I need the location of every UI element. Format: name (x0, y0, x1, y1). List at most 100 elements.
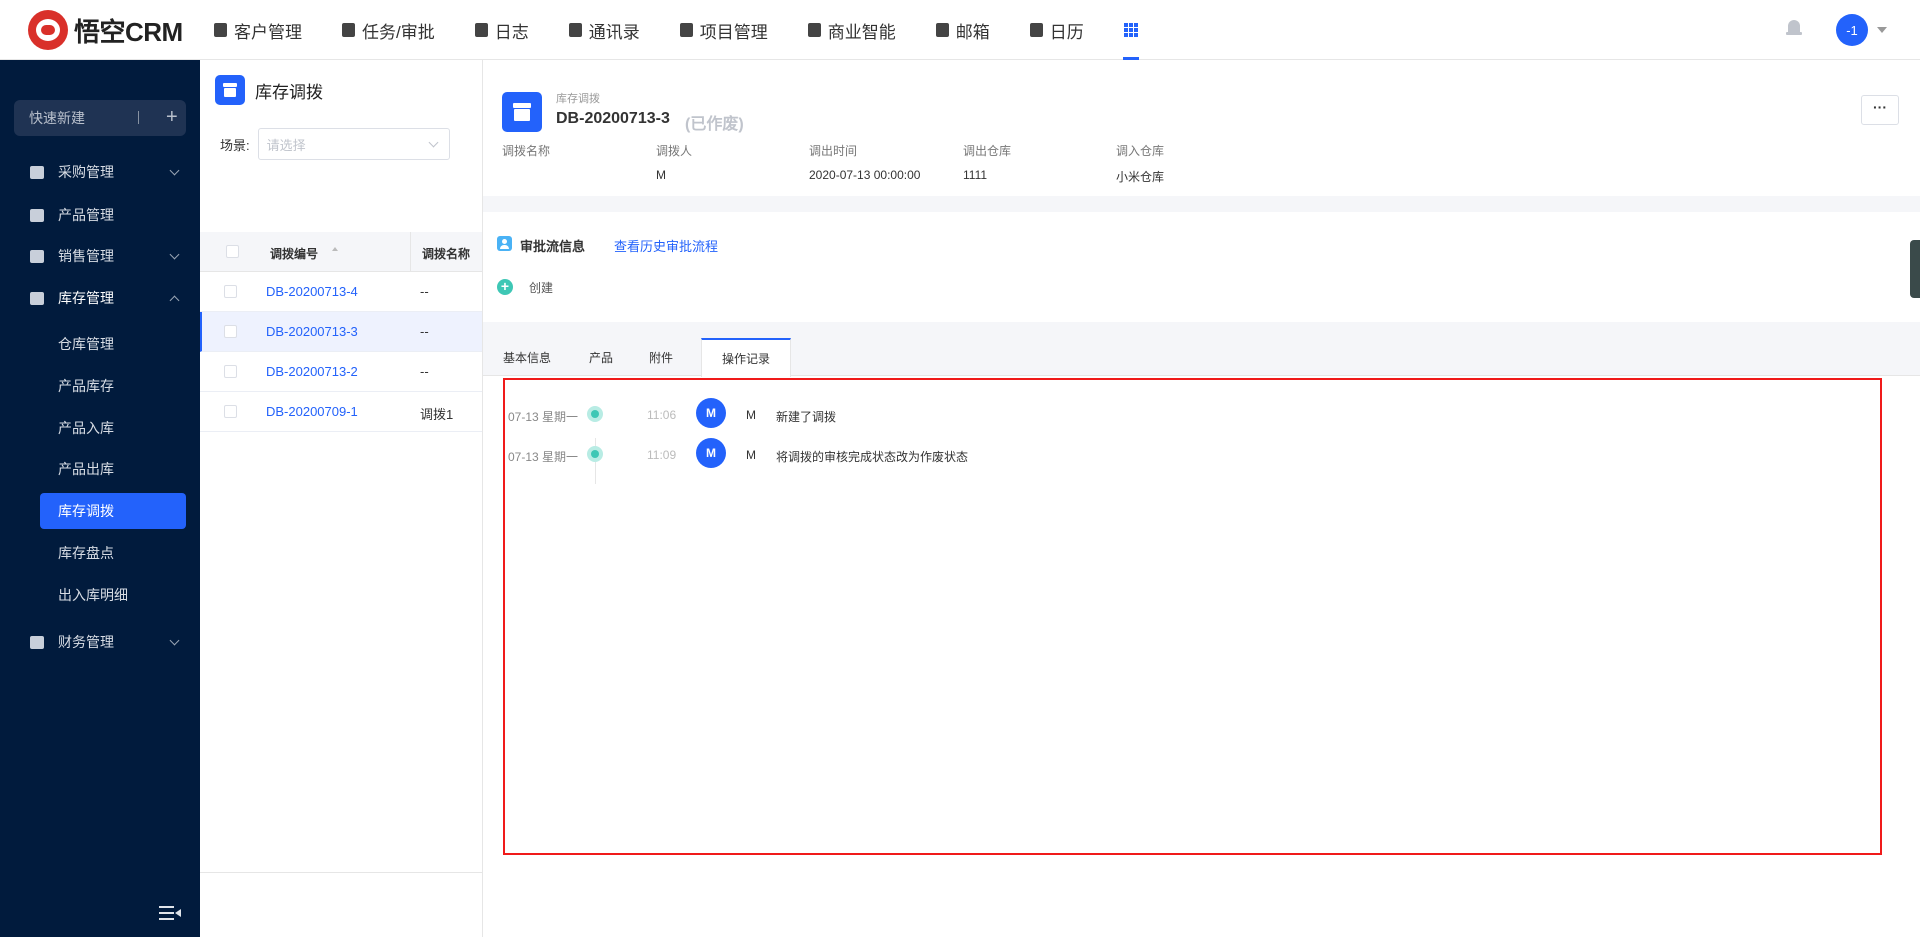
field-in-warehouse: 调入仓库 小米仓库 (1116, 142, 1164, 185)
transfer-code-link[interactable]: DB-20200709-1 (266, 404, 358, 419)
nav-projects[interactable]: 项目管理 (679, 0, 768, 60)
row-checkbox[interactable] (224, 285, 237, 298)
transfer-code-link[interactable]: DB-20200713-2 (266, 364, 358, 379)
field-label: 调出仓库 (963, 144, 1012, 158)
approval-step-create: 创建 (529, 281, 554, 295)
transfer-name: -- (420, 364, 429, 379)
user-icon (497, 236, 512, 251)
log-time: 11:06 (647, 408, 677, 422)
wallet-icon (30, 635, 44, 649)
sidebar-item-finance[interactable]: 财务管理 (0, 622, 200, 662)
floating-scroll-handle[interactable] (1910, 240, 1920, 298)
user-menu-caret-icon[interactable] (1877, 27, 1887, 33)
sidebar-sub-in-out-detail[interactable]: 出入库明细 (40, 577, 186, 613)
scene-select[interactable]: 请选择 (257, 128, 450, 160)
scene-filter: 场景: 请选择 (220, 128, 450, 160)
apps-grid-button[interactable] (1122, 0, 1139, 60)
table-row[interactable]: DB-20200713-2 -- (200, 352, 482, 392)
sidebar-item-label: 产品管理 (58, 207, 114, 223)
log-user: M (746, 448, 756, 462)
tab-operation-log[interactable]: 操作记录 (701, 338, 791, 377)
create-step-icon: + (497, 279, 513, 295)
app-logo[interactable]: 悟空CRM (28, 10, 183, 50)
nav-log[interactable]: 日志 (474, 0, 529, 60)
top-navigation-bar: 悟空CRM 客户管理 任务/审批 日志 通讯录 项目管理 商业智能 邮箱 日历 … (0, 0, 1920, 60)
nav-bi[interactable]: 商业智能 (807, 0, 896, 60)
tab-basic-info[interactable]: 基本信息 (483, 338, 571, 376)
user-avatar[interactable]: -1 (1836, 14, 1868, 46)
status-badge: (已作废) (685, 116, 744, 133)
transfer-detail-panel: 库存调拨 DB-20200713-3 (已作废) ··· 调拨名称 调拨人 M 调… (482, 60, 1920, 937)
nav-customer[interactable]: 客户管理 (214, 0, 302, 60)
pagination-divider (200, 872, 482, 873)
plus-icon: + (166, 106, 178, 128)
nav-label: 通讯录 (588, 22, 640, 42)
select-all-checkbox[interactable] (226, 245, 239, 258)
log-entry: 07-13 星期一 11:09 M M 将调拨的审核完成状态改为作废状态 (483, 438, 1920, 472)
row-checkbox[interactable] (224, 405, 237, 418)
collapse-sidebar-icon[interactable] (159, 906, 181, 920)
tab-attachments[interactable]: 附件 (631, 338, 691, 376)
column-code[interactable]: 调拨编号 (270, 245, 318, 262)
notification-bell-icon[interactable] (1786, 20, 1802, 38)
nav-label: 日志 (494, 22, 529, 42)
transfer-code-link[interactable]: DB-20200713-3 (266, 324, 358, 339)
field-label: 调入仓库 (1116, 144, 1165, 158)
sidebar-item-purchase[interactable]: 采购管理 (0, 152, 200, 192)
nav-label: 任务/审批 (362, 22, 435, 42)
field-label: 调拨名称 (502, 144, 551, 158)
nav-label: 客户管理 (234, 22, 302, 42)
nav-calendar[interactable]: 日历 (1029, 0, 1084, 60)
cube-icon (30, 208, 44, 222)
more-actions-button[interactable]: ··· (1861, 95, 1899, 125)
avatar: M (696, 438, 726, 468)
transfer-code-link[interactable]: DB-20200713-4 (266, 284, 358, 299)
bi-icon (807, 23, 821, 37)
row-checkbox[interactable] (224, 365, 237, 378)
nav-label: 邮箱 (955, 22, 990, 42)
nav-label: 日历 (1049, 22, 1084, 42)
archive-icon (215, 75, 245, 105)
field-label: 调出时间 (809, 144, 858, 158)
log-date: 07-13 星期一 (508, 450, 579, 464)
log-date: 07-13 星期一 (508, 410, 579, 424)
tab-products[interactable]: 产品 (571, 338, 631, 376)
quick-create-button[interactable]: 快速新建 + (14, 100, 186, 136)
nav-tasks[interactable]: 任务/审批 (342, 0, 435, 60)
sidebar-sub-stock-out[interactable]: 产品出库 (40, 451, 186, 487)
nav-mail[interactable]: 邮箱 (935, 0, 990, 60)
transfer-name: -- (420, 284, 429, 299)
tab-bar: 基本信息 产品 附件 操作记录 (483, 338, 1920, 377)
transfer-name: -- (420, 324, 429, 339)
column-name[interactable]: 调拨名称 (422, 245, 470, 262)
table-row-selected[interactable]: DB-20200713-3 -- (200, 312, 482, 352)
record-type-label: 库存调拨 (556, 93, 600, 105)
quick-create-label: 快速新建 (29, 110, 85, 126)
sidebar-item-label: 销售管理 (58, 248, 114, 264)
log-action: 将调拨的审核完成状态改为作废状态 (776, 450, 969, 464)
log-entry: 07-13 星期一 11:06 M M 新建了调拨 (483, 398, 1920, 432)
field-transfer-name: 调拨名称 (502, 142, 550, 168)
tag-icon (30, 249, 44, 263)
approval-history-link[interactable]: 查看历史审批流程 (614, 236, 718, 255)
row-checkbox[interactable] (224, 325, 237, 338)
sort-icon[interactable] (332, 247, 338, 251)
apps-grid-icon (1123, 23, 1138, 37)
sidebar-sub-warehouse[interactable]: 仓库管理 (40, 326, 186, 362)
sidebar-item-sales[interactable]: 销售管理 (0, 236, 200, 276)
sidebar-sub-product-stock[interactable]: 产品库存 (40, 368, 186, 404)
sidebar-sub-stock-in[interactable]: 产品入库 (40, 410, 186, 446)
sidebar-item-products[interactable]: 产品管理 (0, 195, 200, 235)
table-row[interactable]: DB-20200713-4 -- (200, 272, 482, 312)
sidebar: 快速新建 + 采购管理 产品管理 销售管理 库存管理 仓库管理 产品库存 产品入… (0, 60, 200, 937)
chevron-down-icon (169, 165, 180, 176)
list-header: 库存调拨 (200, 60, 482, 120)
sidebar-item-label: 财务管理 (58, 634, 114, 650)
sidebar-sub-transfer[interactable]: 库存调拨 (40, 493, 186, 529)
transfer-list-panel: 库存调拨 场景: 请选择 调拨编号 调拨名称 DB-20200713-4 -- … (200, 60, 684, 937)
nav-contacts[interactable]: 通讯录 (568, 0, 640, 60)
field-value: 1111 (963, 168, 988, 182)
sidebar-sub-stocktake[interactable]: 库存盘点 (40, 535, 186, 571)
sidebar-item-inventory[interactable]: 库存管理 (0, 278, 200, 318)
table-row[interactable]: DB-20200709-1 调拨1 (200, 392, 482, 432)
